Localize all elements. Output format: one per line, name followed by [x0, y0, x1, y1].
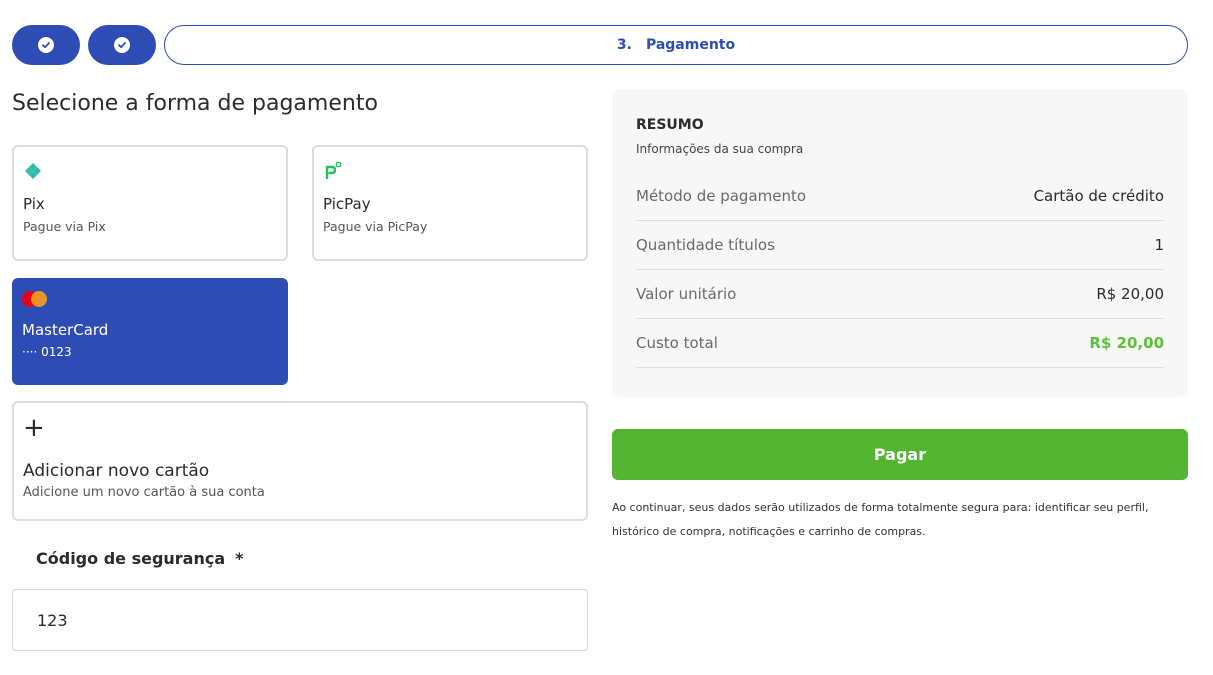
payment-option-pix[interactable]: Pix Pague via Pix — [12, 145, 288, 261]
picpay-description: Pague via PicPay — [323, 219, 428, 234]
summary-row-value: R$ 20,00 — [1096, 285, 1164, 303]
security-code-input[interactable] — [12, 589, 588, 651]
page-title: Selecione a forma de pagamento — [12, 91, 378, 116]
add-card-description: Adicione um novo cartão à sua conta — [23, 485, 265, 500]
picpay-label: PicPay — [323, 195, 371, 213]
add-new-card-option[interactable]: + Adicionar novo cartão Adicione um novo… — [12, 401, 588, 521]
check-icon — [114, 37, 130, 53]
summary-row-label: Quantidade títulos — [636, 236, 775, 254]
summary-row-label: Custo total — [636, 334, 718, 352]
card-number-masked: ···· 0123 — [22, 345, 72, 359]
pix-icon — [23, 161, 43, 181]
plus-icon: + — [23, 413, 45, 443]
total-price: R$ 20,00 — [1089, 334, 1164, 352]
mastercard-icon — [22, 291, 48, 307]
summary-row-unit-price: Valor unitário R$ 20,00 — [636, 270, 1164, 319]
summary-row-quantity: Quantidade títulos 1 — [636, 221, 1164, 270]
summary-title: RESUMO — [636, 117, 704, 133]
picpay-icon — [323, 161, 343, 181]
security-code-label-text: Código de segurança — [36, 549, 226, 568]
step-number: 3. — [616, 37, 632, 53]
privacy-disclaimer: Ao continuar, seus dados serão utilizado… — [612, 501, 1149, 538]
summary-row-value: Cartão de crédito — [1033, 187, 1164, 205]
summary-row-label: Método de pagamento — [636, 187, 807, 205]
order-summary: RESUMO Informações da sua compra Método … — [612, 89, 1188, 397]
summary-row-payment-method: Método de pagamento Cartão de crédito — [636, 172, 1164, 221]
summary-subtitle: Informações da sua compra — [636, 142, 804, 156]
mastercard-label: MasterCard — [22, 321, 109, 339]
step-label: Pagamento — [645, 37, 736, 53]
required-marker: * — [235, 549, 244, 568]
check-icon — [38, 37, 54, 53]
payment-option-mastercard-selected[interactable]: MasterCard ···· 0123 — [12, 278, 288, 385]
summary-row-total: Custo total R$ 20,00 — [636, 319, 1164, 368]
security-code-label: Código de segurança * — [36, 549, 244, 568]
add-card-label: Adicionar novo cartão — [23, 461, 210, 481]
summary-row-value: 1 — [1154, 236, 1164, 254]
summary-row-label: Valor unitário — [636, 285, 737, 303]
pix-description: Pague via Pix — [23, 219, 106, 234]
payment-option-picpay[interactable]: PicPay Pague via PicPay — [312, 145, 588, 261]
pay-button[interactable]: Pagar — [612, 429, 1188, 480]
step-1-completed[interactable] — [12, 25, 80, 65]
pix-label: Pix — [23, 195, 45, 213]
step-3-current: 3. Pagamento — [164, 25, 1188, 65]
step-2-completed[interactable] — [88, 25, 156, 65]
